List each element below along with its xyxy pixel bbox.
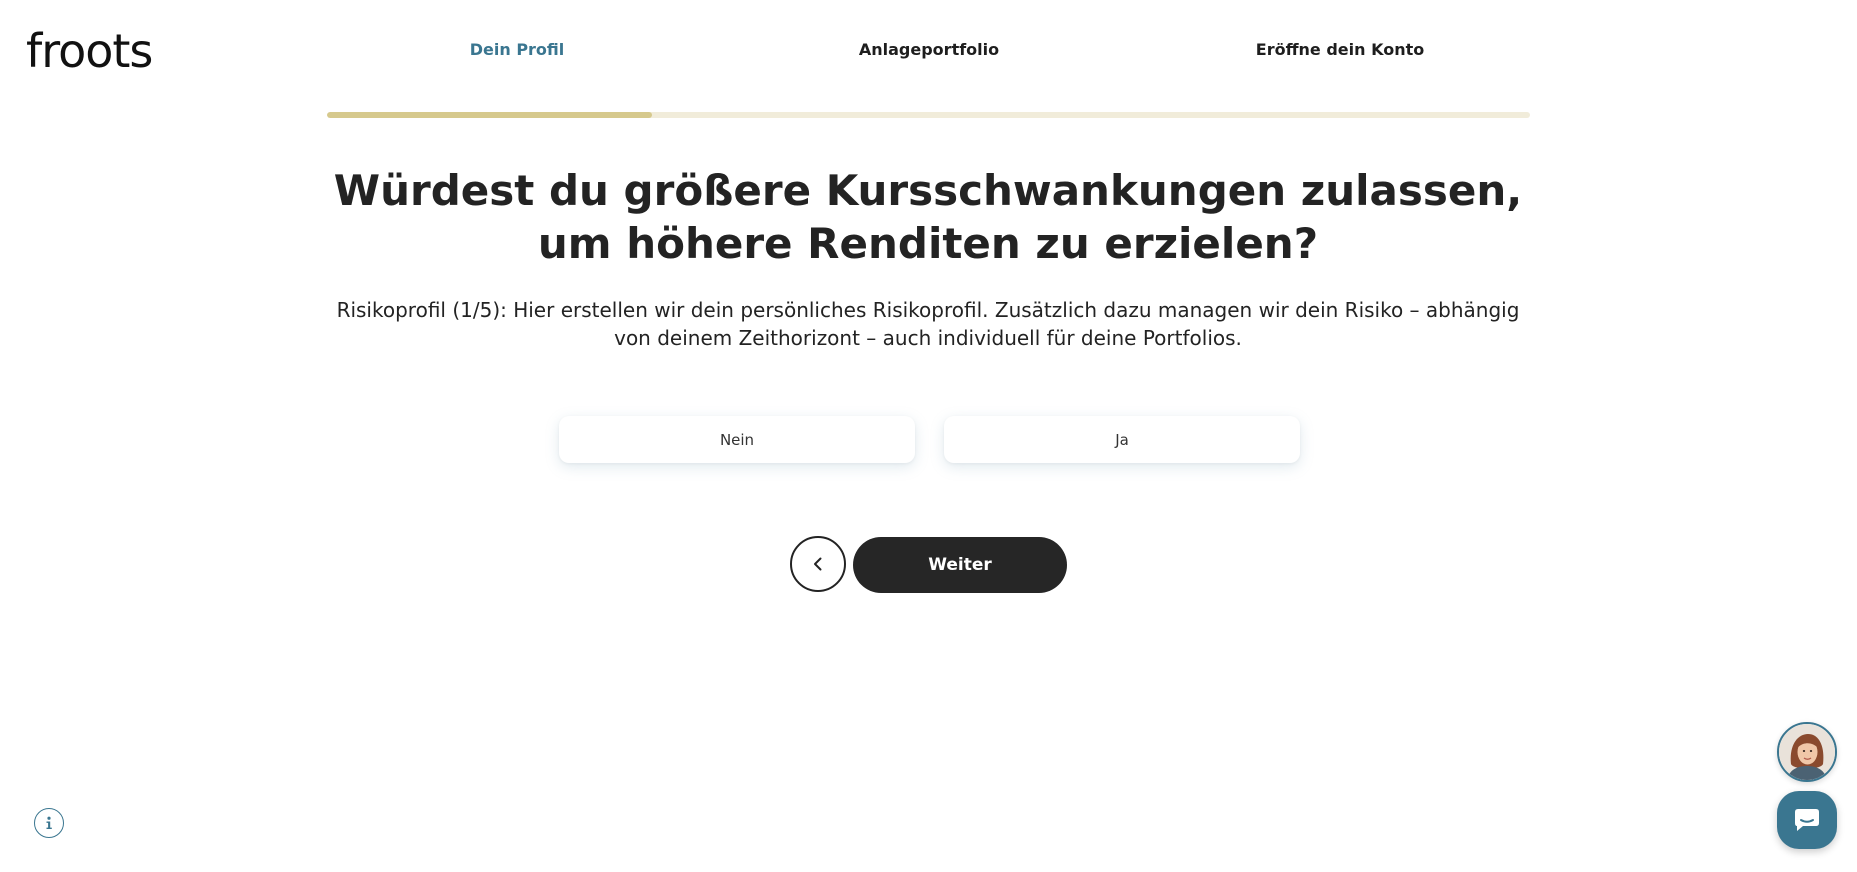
chat-button[interactable] — [1777, 791, 1837, 849]
question-title: Würdest du größere Kursschwankungen zula… — [333, 166, 1523, 268]
avatar-portrait-icon — [1779, 724, 1835, 780]
option-nein-button[interactable]: Nein — [559, 416, 915, 463]
progress-bar — [327, 112, 1530, 118]
info-icon — [46, 816, 52, 829]
info-button[interactable] — [34, 808, 64, 838]
option-ja-button[interactable]: Ja — [944, 416, 1300, 463]
chevron-left-icon — [814, 557, 822, 571]
question-description: Risikoprofil (1/5): Hier erstellen wir d… — [336, 298, 1520, 350]
step-dein-profil[interactable]: Dein Profil — [470, 40, 565, 59]
onboarding-page: froots Dein Profil Anlageportfolio Eröff… — [0, 0, 1857, 872]
support-agent-avatar[interactable] — [1777, 722, 1837, 782]
step-anlageportfolio[interactable]: Anlageportfolio — [859, 40, 999, 59]
step-navigation: Dein Profil Anlageportfolio Eröffne dein… — [0, 40, 1857, 64]
back-button[interactable] — [790, 536, 846, 592]
chat-bubble-icon — [1795, 809, 1819, 831]
weiter-button[interactable]: Weiter — [853, 537, 1067, 593]
progress-bar-fill — [327, 112, 652, 118]
step-konto-eroeffnen[interactable]: Eröffne dein Konto — [1256, 40, 1424, 59]
